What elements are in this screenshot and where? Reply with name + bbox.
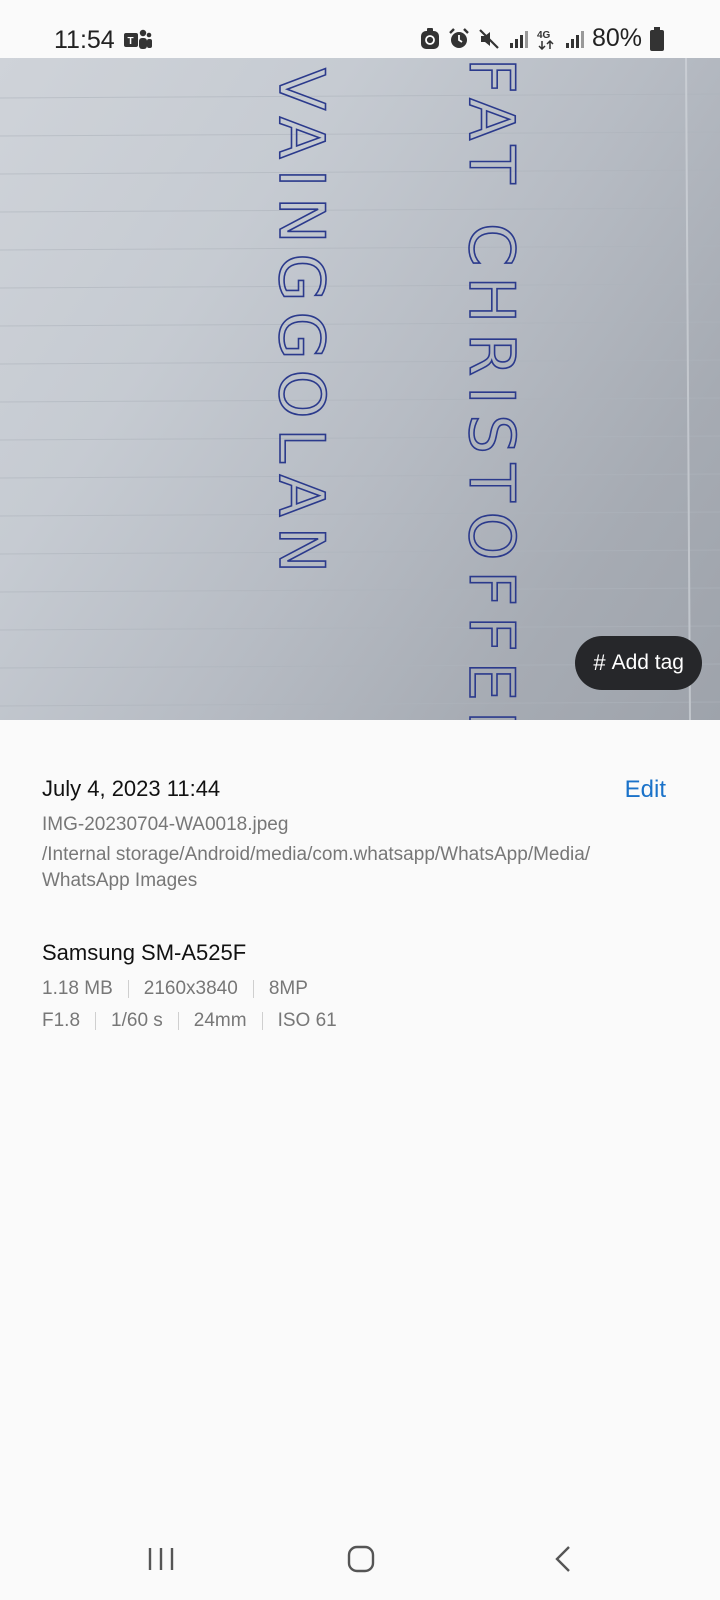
details-panel: July 4, 2023 11:44 Edit IMG-20230704-WA0…	[0, 720, 720, 1540]
add-tag-label: Add tag	[611, 651, 684, 674]
signal-icon	[508, 29, 528, 49]
iso: ISO 61	[277, 1010, 337, 1031]
recents-button[interactable]	[131, 1534, 191, 1584]
camera-info-row: F1.8 1/60 s 24mm ISO 61	[42, 1010, 337, 1032]
back-button[interactable]	[533, 1534, 593, 1584]
device-name: Samsung SM-A525F	[42, 940, 247, 965]
assistant-icon	[420, 27, 440, 50]
home-icon	[347, 1545, 375, 1573]
file-size: 1.18 MB	[42, 978, 113, 999]
file-name: IMG-20230704-WA0018.jpeg	[42, 814, 289, 835]
hash-icon: #	[593, 650, 606, 675]
aperture: F1.8	[42, 1010, 81, 1031]
date-taken: July 4, 2023 11:44	[42, 776, 221, 801]
photo-viewer[interactable]: FAT CHRISTOFFEL VAINGGOLAN # Add tag	[0, 58, 720, 720]
network-label: 4G	[537, 30, 551, 41]
handwriting-line-1: FAT CHRISTOFFEL	[455, 58, 528, 720]
megapixels: 8MP	[268, 978, 308, 999]
divider	[95, 1012, 97, 1030]
file-path: /Internal storage/Android/media/com.what…	[42, 844, 591, 891]
edit-button[interactable]: Edit	[625, 776, 666, 804]
alarm-icon	[448, 27, 470, 50]
data-icon: 4G	[536, 28, 556, 50]
divider	[261, 1012, 263, 1030]
recents-icon	[148, 1548, 174, 1570]
navigation-bar	[0, 1520, 720, 1600]
home-button[interactable]	[331, 1534, 391, 1584]
status-bar: 11:54 T 4G 80%	[0, 0, 720, 58]
mute-icon	[478, 28, 500, 50]
clock: 11:54	[54, 26, 115, 54]
handwriting-line-2: VAINGGOLAN	[265, 68, 338, 583]
divider	[252, 980, 254, 998]
file-info-row: 1.18 MB 2160x3840 8MP	[42, 978, 308, 1000]
svg-text:T: T	[128, 36, 134, 47]
focal-length: 24mm	[193, 1010, 247, 1031]
back-icon	[555, 1546, 570, 1572]
signal-icon-2	[564, 29, 584, 49]
teams-icon: T	[124, 29, 152, 51]
battery-percent: 80%	[591, 24, 642, 52]
divider	[127, 980, 129, 998]
shutter-speed: 1/60 s	[111, 1010, 163, 1031]
divider	[177, 1012, 179, 1030]
battery-icon	[650, 26, 664, 51]
handwriting: FAT CHRISTOFFEL VAINGGOLAN	[264, 58, 529, 720]
add-tag-button[interactable]: # Add tag	[575, 636, 702, 690]
resolution: 2160x3840	[143, 978, 238, 999]
